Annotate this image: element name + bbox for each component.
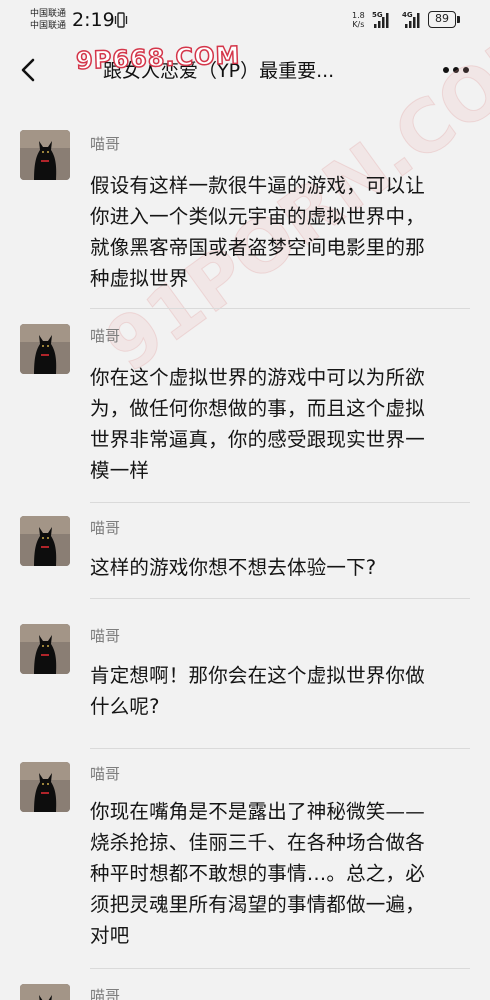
avatar[interactable] [20,516,70,566]
message-divider [90,968,470,969]
sender-name: 喵哥 [90,987,121,1000]
message-line: 对吧 [90,924,130,947]
status-bar: 中国联通 中国联通 2:19 1.8 K/s 5G 4G 89 [0,0,490,40]
avatar[interactable] [20,624,70,674]
message-text: 这样的游戏你想不想去体验一下? [90,552,470,583]
network-speed-unit: K/s [352,20,365,29]
message-text: 假设有这样一款很牛逼的游戏，可以让 你进入一个类似元宇宙的虚拟世界中， 就像黑客… [90,170,470,294]
chat-screen: 中国联通 中国联通 2:19 1.8 K/s 5G 4G 89 跟女人恋爱（YP… [0,0,490,1000]
message-line: 你现在嘴角是不是露出了神秘微笑—— [90,800,425,823]
black-cat-icon [20,324,70,374]
black-cat-icon [20,762,70,812]
battery-tip [457,16,460,23]
message-line: 烧杀抢掠、佳丽三千、在各种场合做各 [90,831,425,854]
message-line: 为，做任何你想做的事，而且这个虚拟 [90,397,425,420]
status-time: 2:19 [72,9,115,31]
black-cat-icon [20,984,70,1000]
black-cat-icon [20,516,70,566]
network-speed-value: 1.8 [352,11,365,20]
message-divider [90,308,470,309]
signal-icon-2 [405,13,420,28]
page-title: 跟女人恋爱（YP）最重要... [103,60,335,82]
sender-name: 喵哥 [90,765,121,783]
message-line: 须把灵魂里所有渴望的事情都做一遍， [90,893,425,916]
message-line: 什么呢? [90,695,160,718]
message-line: 你在这个虚拟世界的游戏中可以为所欲 [90,366,425,389]
message-divider [90,598,470,599]
carrier-1: 中国联通 [30,9,67,19]
avatar[interactable] [20,130,70,180]
message-line: 假设有这样一款很牛逼的游戏，可以让 [90,174,425,197]
message-line: 种平时想都不敢想的事情…。总之，必 [90,862,425,885]
sender-name: 喵哥 [90,135,121,153]
message-line: 世界非常逼真，你的感受跟现实世界一 [90,428,425,451]
signal-icon [374,13,389,28]
message-text: 肯定想啊！那你会在这个虚拟世界你做 什么呢? [90,660,470,722]
sender-name: 喵哥 [90,627,121,645]
message-text: 你在这个虚拟世界的游戏中可以为所欲 为，做任何你想做的事，而且这个虚拟 世界非常… [90,362,470,486]
sender-name: 喵哥 [90,519,121,537]
avatar[interactable] [20,324,70,374]
sender-name: 喵哥 [90,327,121,345]
vibrate-icon [114,12,128,28]
message-divider [90,748,470,749]
avatar[interactable] [20,762,70,812]
battery-indicator: 89 [428,11,456,28]
title-bar: 跟女人恋爱（YP）最重要... [0,40,490,102]
message-text: 你现在嘴角是不是露出了神秘微笑—— 烧杀抢掠、佳丽三千、在各种场合做各 种平时想… [90,796,470,951]
more-options-icon[interactable] [436,56,476,84]
message-line: 肯定想啊！那你会在这个虚拟世界你做 [90,664,425,687]
message-line: 种虚拟世界 [90,267,189,290]
carrier-names: 中国联通 中国联通 [30,8,66,32]
message-line: 模一样 [90,459,150,482]
message-line: 就像黑客帝国或者盗梦空间电影里的那 [90,236,425,259]
network-speed: 1.8 K/s [352,11,365,29]
message-line: 这样的游戏你想不想去体验一下? [90,556,377,579]
black-cat-icon [20,130,70,180]
message-divider [90,502,470,503]
message-line: 你进入一个类似元宇宙的虚拟世界中， [90,205,425,228]
black-cat-icon [20,624,70,674]
carrier-2: 中国联通 [30,21,67,31]
back-button[interactable] [14,52,46,88]
avatar[interactable] [20,984,70,1000]
